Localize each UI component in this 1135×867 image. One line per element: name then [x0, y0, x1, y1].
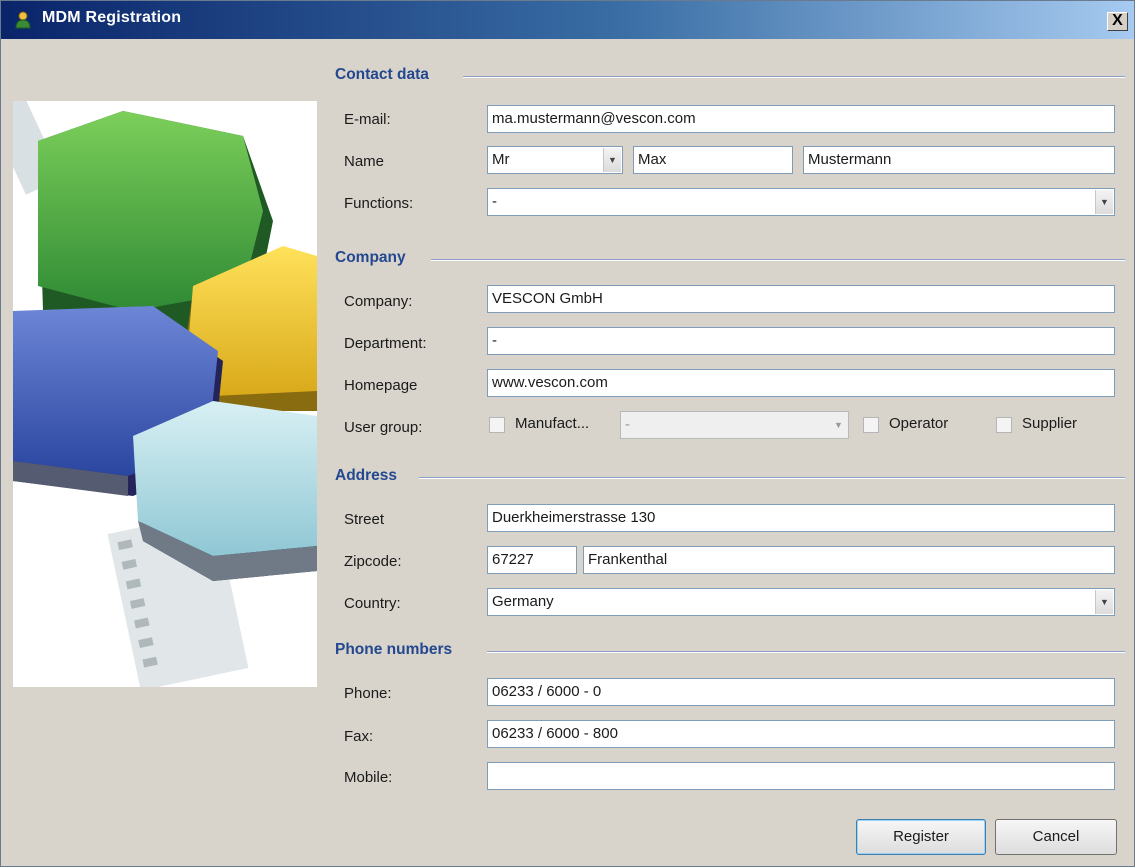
fax-field[interactable]: 06233 / 6000 - 800: [487, 720, 1115, 748]
homepage-label: Homepage: [344, 377, 418, 394]
title-bar[interactable]: MDM Registration X: [1, 1, 1134, 39]
functions-value: -: [492, 193, 497, 210]
email-field[interactable]: ma.mustermann@vescon.com: [487, 105, 1115, 133]
mobile-field[interactable]: [487, 762, 1115, 790]
zipcode-field[interactable]: 67227: [487, 546, 577, 574]
section-divider: [487, 651, 1125, 653]
section-title-company: Company: [335, 249, 406, 266]
company-label: Company:: [344, 293, 413, 310]
operator-label: Operator: [889, 415, 949, 432]
street-label: Street: [344, 511, 385, 528]
phone-field[interactable]: 06233 / 6000 - 0: [487, 678, 1115, 706]
section-title-address: Address: [335, 467, 398, 484]
company-field[interactable]: VESCON GmbH: [487, 285, 1115, 313]
mobile-label: Mobile:: [344, 769, 393, 786]
close-button[interactable]: X: [1107, 12, 1128, 31]
email-label: E-mail:: [344, 111, 391, 128]
manufacturer-checkbox[interactable]: [489, 417, 505, 433]
department-label: Department:: [344, 335, 427, 352]
department-field[interactable]: -: [487, 327, 1115, 355]
fax-label: Fax:: [344, 728, 374, 745]
country-value: Germany: [492, 593, 554, 610]
section-title-phone: Phone numbers: [335, 641, 453, 658]
registration-window: MDM Registration X Contact data E-mail: …: [0, 0, 1135, 867]
operator-checkbox[interactable]: [863, 417, 879, 433]
user-icon: [15, 11, 31, 29]
homepage-field[interactable]: www.vescon.com: [487, 369, 1115, 397]
street-field[interactable]: Duerkheimerstrasse 130: [487, 504, 1115, 532]
last-name-field[interactable]: Mustermann: [803, 146, 1115, 174]
functions-label: Functions:: [344, 195, 414, 212]
section-phone: Phone numbers: [335, 641, 1125, 663]
section-contact: Contact data: [335, 66, 1125, 88]
manufacturer-select-value: -: [625, 416, 630, 433]
supplier-label: Supplier: [1022, 415, 1078, 432]
hexagon-artwork: [13, 101, 317, 687]
usergroup-label: User group:: [344, 419, 423, 436]
section-title-contact: Contact data: [335, 66, 429, 83]
salutation-select[interactable]: Mr ▼: [487, 146, 623, 174]
chevron-down-icon[interactable]: ▼: [1095, 190, 1113, 214]
salutation-value: Mr: [492, 151, 510, 168]
chevron-down-icon[interactable]: ▼: [603, 148, 621, 172]
zipcode-label: Zipcode:: [344, 553, 402, 570]
section-company: Company: [335, 249, 1125, 271]
section-divider: [463, 76, 1125, 78]
chevron-down-icon: ▼: [830, 413, 847, 437]
first-name-field[interactable]: Max: [633, 146, 793, 174]
phone-label: Phone:: [344, 685, 392, 702]
city-field[interactable]: Frankenthal: [583, 546, 1115, 574]
country-label: Country:: [344, 595, 401, 612]
section-divider: [419, 477, 1125, 479]
manufacturer-select: - ▼: [620, 411, 849, 439]
functions-select[interactable]: - ▼: [487, 188, 1115, 216]
window-title: MDM Registration: [42, 9, 182, 26]
manufacturer-label: Manufact...: [515, 415, 590, 432]
supplier-checkbox[interactable]: [996, 417, 1012, 433]
country-select[interactable]: Germany ▼: [487, 588, 1115, 616]
name-label: Name: [344, 153, 385, 170]
register-button[interactable]: Register: [856, 819, 986, 855]
cancel-button[interactable]: Cancel: [995, 819, 1117, 855]
section-divider: [431, 259, 1125, 261]
section-address: Address: [335, 467, 1125, 489]
branding-image: [13, 101, 317, 687]
chevron-down-icon[interactable]: ▼: [1095, 590, 1113, 614]
